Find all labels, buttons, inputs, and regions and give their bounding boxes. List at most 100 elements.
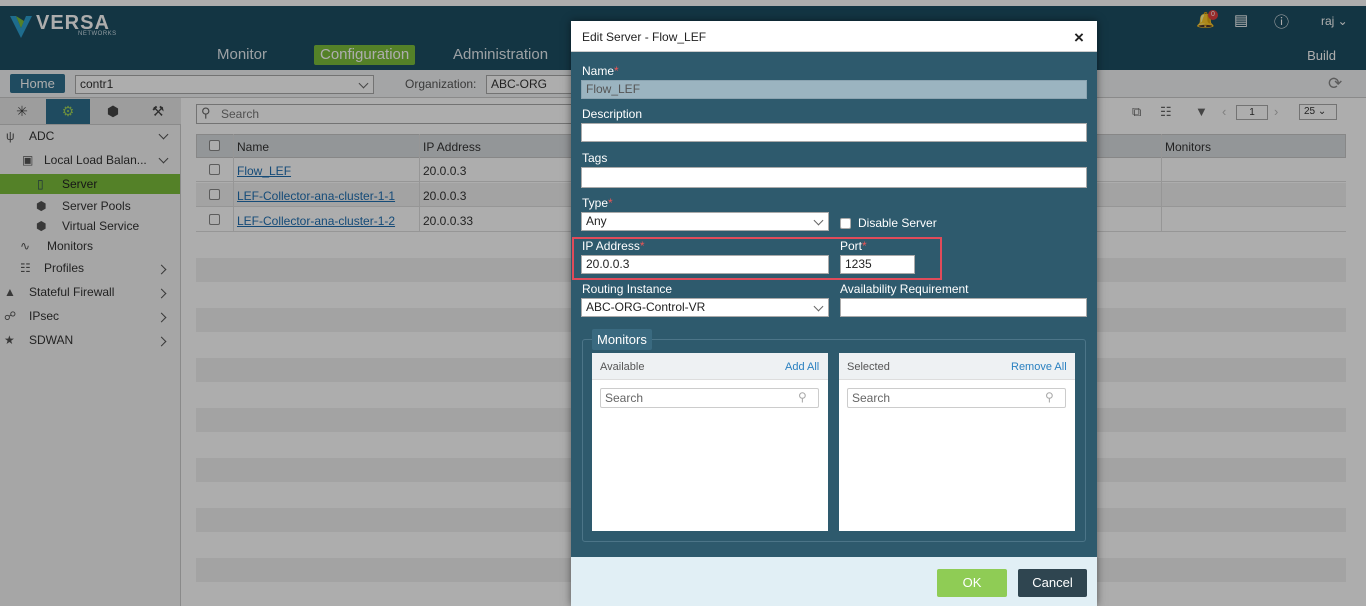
- next-page-icon[interactable]: ›: [1274, 104, 1278, 119]
- user-name: raj: [1321, 14, 1335, 28]
- routing-instance-select[interactable]: ABC-ORG-Control-VR: [581, 298, 829, 317]
- server-pools-icon: ⬢: [36, 199, 47, 213]
- filter-icon[interactable]: ▼: [1195, 104, 1208, 119]
- column-monitors[interactable]: Monitors: [1165, 140, 1211, 154]
- nav-build[interactable]: Build: [1307, 48, 1336, 63]
- column-divider: [233, 134, 234, 232]
- type-label: Type*: [582, 196, 613, 210]
- copy-icon[interactable]: ⧉: [1132, 104, 1141, 120]
- appliance-select[interactable]: contr1: [75, 75, 374, 94]
- nav-configuration[interactable]: Configuration: [314, 45, 416, 65]
- ip-address-label: IP Address*: [582, 239, 645, 253]
- page-number-input[interactable]: 1: [1236, 105, 1268, 120]
- row-ip: 20.0.0.3: [423, 164, 467, 178]
- sidebar-item-label: Server: [62, 177, 98, 191]
- sidebar-item-monitors[interactable]: Monitors: [47, 236, 93, 256]
- sidebar-item-ipsec[interactable]: IPsec: [29, 306, 59, 326]
- routing-instance-value: ABC-ORG-Control-VR: [586, 300, 706, 314]
- notification-badge: 0: [1208, 10, 1218, 20]
- routing-instance-label: Routing Instance: [582, 282, 673, 296]
- type-value: Any: [586, 214, 607, 228]
- ip-address-field[interactable]: 20.0.0.3: [581, 255, 829, 274]
- firewall-icon: ▲: [4, 285, 16, 299]
- disable-server-checkbox[interactable]: [840, 218, 851, 229]
- row-ip: 20.0.0.3: [423, 189, 467, 203]
- ipsec-icon: ☍: [4, 309, 17, 323]
- row-checkbox[interactable]: [209, 214, 220, 225]
- name-label: Name*: [582, 64, 619, 78]
- chevron-down-icon: [358, 78, 369, 89]
- row-checkbox[interactable]: [209, 189, 220, 200]
- search-icon: ⚲: [798, 390, 807, 404]
- organization-value: ABC-ORG: [491, 77, 548, 91]
- sidebar-item-sdwan[interactable]: SDWAN: [29, 330, 73, 350]
- sidebar-item-server[interactable]: ▯ Server: [0, 174, 180, 194]
- required-mark: *: [862, 239, 867, 253]
- info-icon[interactable]: ⓘ: [1274, 11, 1289, 32]
- adc-icon: ψ: [6, 129, 15, 143]
- versa-logo-icon: [10, 16, 32, 38]
- row-name-link[interactable]: Flow_LEF: [237, 164, 291, 178]
- cancel-button[interactable]: Cancel: [1018, 569, 1087, 597]
- sidebar-item-stateful-firewall[interactable]: Stateful Firewall: [29, 282, 114, 302]
- nav-monitor[interactable]: Monitor: [217, 46, 267, 63]
- sidebar-item-profiles[interactable]: Profiles: [44, 258, 84, 278]
- search-icon: ⚲: [1045, 390, 1054, 404]
- row-checkbox[interactable]: [209, 164, 220, 175]
- tags-field[interactable]: [581, 167, 1087, 188]
- disable-server-label: Disable Server: [858, 216, 937, 230]
- sidebar-item-local-load-balancer[interactable]: Local Load Balan...: [44, 150, 147, 170]
- page-size-select[interactable]: 25 ⌄: [1299, 104, 1337, 120]
- sidebar-item-server-pools[interactable]: Server Pools: [62, 196, 131, 216]
- availability-label: Availability Requirement: [840, 282, 969, 296]
- row-name-link[interactable]: LEF-Collector-ana-cluster-1-2: [237, 214, 395, 228]
- name-field[interactable]: Flow_LEF: [581, 80, 1087, 99]
- tab-tools-icon[interactable]: ⚒: [136, 99, 180, 124]
- column-divider: [1161, 134, 1162, 232]
- column-name[interactable]: Name: [237, 140, 269, 154]
- refresh-icon[interactable]: ⟳: [1328, 74, 1342, 94]
- organization-label: Organization:: [405, 77, 477, 91]
- organization-select[interactable]: ABC-ORG: [486, 75, 576, 94]
- brand-sub: NETWORKS: [78, 31, 117, 37]
- required-mark: *: [614, 64, 619, 78]
- dialog-title: Edit Server - Flow_LEF: [582, 30, 707, 44]
- tab-cube-icon[interactable]: ⬢: [91, 99, 135, 124]
- port-field[interactable]: 1235: [840, 255, 915, 274]
- row-name-link[interactable]: LEF-Collector-ana-cluster-1-1: [237, 189, 395, 203]
- user-menu[interactable]: raj ⌄: [1321, 14, 1348, 28]
- tags-label: Tags: [582, 151, 608, 165]
- search-icon: ⚲: [201, 105, 211, 120]
- columns-icon[interactable]: ☷: [1160, 104, 1172, 120]
- sidebar-item-adc[interactable]: ADC: [29, 126, 54, 146]
- availability-field[interactable]: [840, 298, 1087, 317]
- monitors-legend: Monitors: [592, 329, 652, 350]
- tab-gear-icon[interactable]: ⚙: [46, 99, 90, 124]
- prev-page-icon[interactable]: ‹: [1222, 104, 1226, 119]
- tasks-icon[interactable]: ▤: [1234, 11, 1248, 29]
- tab-network-icon[interactable]: ✳: [0, 99, 44, 124]
- virtual-service-icon: ⬢: [36, 219, 47, 233]
- selected-search-input[interactable]: Search: [847, 388, 1066, 408]
- add-all-link[interactable]: Add All: [785, 361, 819, 373]
- home-button[interactable]: Home: [10, 74, 65, 93]
- sdwan-icon: ★: [4, 333, 15, 347]
- available-label: Available: [600, 361, 645, 373]
- row-ip: 20.0.0.33: [423, 214, 474, 228]
- sidebar-item-virtual-service[interactable]: Virtual Service: [62, 216, 139, 236]
- column-ip-address[interactable]: IP Address: [423, 140, 481, 154]
- nav-administration[interactable]: Administration: [453, 46, 548, 63]
- available-search-input[interactable]: Search: [600, 388, 819, 408]
- description-label: Description: [582, 107, 643, 121]
- ok-button[interactable]: OK: [937, 569, 1007, 597]
- required-mark: *: [639, 239, 645, 253]
- remove-all-link[interactable]: Remove All: [1011, 361, 1067, 373]
- type-select[interactable]: Any: [581, 212, 829, 231]
- select-all-checkbox[interactable]: [209, 140, 220, 151]
- port-label: Port*: [840, 239, 867, 253]
- load-balancer-icon: ▣: [22, 153, 34, 167]
- description-field[interactable]: [581, 123, 1087, 142]
- required-mark: *: [608, 196, 613, 210]
- appliance-value: contr1: [80, 77, 114, 91]
- close-icon[interactable]: ×: [1074, 28, 1084, 48]
